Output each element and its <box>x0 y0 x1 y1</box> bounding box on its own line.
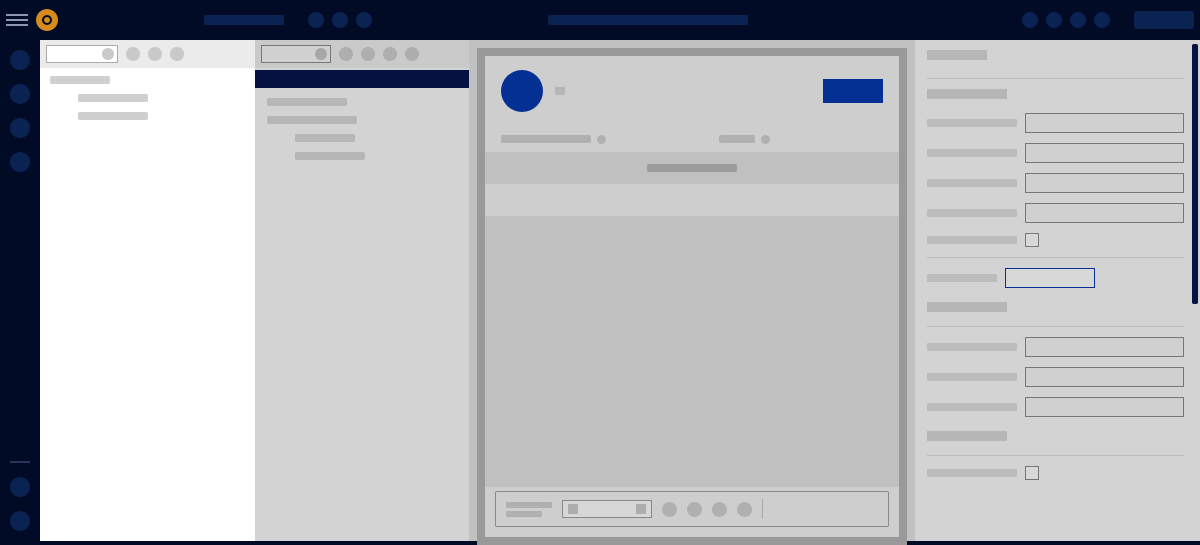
toolbar-divider <box>762 499 763 519</box>
canvas-surface[interactable] <box>485 56 899 537</box>
text-input[interactable] <box>1025 337 1184 357</box>
outline-tab-3[interactable] <box>383 47 397 61</box>
tree-item[interactable] <box>78 94 148 102</box>
rail-icon-3[interactable] <box>10 118 30 138</box>
canvas-panel <box>469 40 915 541</box>
text-input[interactable] <box>1025 367 1184 387</box>
number-input[interactable] <box>1005 268 1095 288</box>
field-label <box>927 343 1017 351</box>
top-menu-item[interactable] <box>204 15 284 25</box>
top-bar <box>0 0 1200 40</box>
field-label <box>927 469 1017 477</box>
preview-body <box>485 216 899 487</box>
toolbar-icon-3[interactable] <box>712 502 727 517</box>
band-label <box>647 164 737 172</box>
outline-tab-1[interactable] <box>339 47 353 61</box>
avatar[interactable] <box>501 70 543 112</box>
field-label <box>927 373 1017 381</box>
preview-header <box>485 56 899 126</box>
sub-right-label[interactable] <box>719 135 755 143</box>
field-label <box>927 236 1017 244</box>
props-title <box>927 50 987 60</box>
field-label <box>927 119 1017 127</box>
main-area <box>40 40 1200 541</box>
checkbox[interactable] <box>1025 233 1039 247</box>
toolbar-select[interactable] <box>562 500 652 518</box>
left-rail <box>0 40 40 541</box>
app-logo[interactable] <box>36 9 58 31</box>
explorer-tabs <box>40 40 255 68</box>
select-value-icon <box>568 504 578 514</box>
explorer-tab-3[interactable] <box>170 47 184 61</box>
field-label <box>927 209 1017 217</box>
top-title <box>548 15 748 25</box>
search-icon <box>102 48 114 60</box>
rail-icon-1[interactable] <box>10 50 30 70</box>
text-input[interactable] <box>1025 173 1184 193</box>
text-input[interactable] <box>1025 113 1184 133</box>
tree-item[interactable] <box>50 76 110 84</box>
selected-node[interactable] <box>255 70 470 88</box>
preview-title <box>555 87 565 95</box>
text-input[interactable] <box>1025 203 1184 223</box>
props-section <box>927 89 1007 99</box>
toolbar-icon-4[interactable] <box>737 502 752 517</box>
tree-item[interactable] <box>267 98 347 106</box>
text-input[interactable] <box>1025 143 1184 163</box>
badge-icon <box>597 135 606 144</box>
scrollbar[interactable] <box>1192 44 1198 304</box>
text-input[interactable] <box>1025 397 1184 417</box>
props-section <box>927 302 1007 312</box>
props-section <box>927 431 1007 441</box>
field-label <box>927 179 1017 187</box>
rail-icon-2[interactable] <box>10 84 30 104</box>
explorer-search[interactable] <box>46 45 118 63</box>
toolbar-icon-2[interactable] <box>687 502 702 517</box>
menu-icon[interactable] <box>6 9 28 31</box>
badge-icon <box>761 135 770 144</box>
explorer-tab-2[interactable] <box>148 47 162 61</box>
device-frame <box>477 48 907 545</box>
rail-divider <box>10 461 30 463</box>
sub-left-label[interactable] <box>501 135 591 143</box>
outline-tab-4[interactable] <box>405 47 419 61</box>
top-icon-1[interactable] <box>308 12 324 28</box>
canvas-toolbar <box>495 491 889 527</box>
top-icon-3[interactable] <box>356 12 372 28</box>
top-icon-2[interactable] <box>332 12 348 28</box>
explorer-tab-1[interactable] <box>126 47 140 61</box>
chevron-down-icon <box>636 504 646 514</box>
tree-item[interactable] <box>267 116 357 124</box>
field-label <box>927 274 997 282</box>
tree-item[interactable] <box>295 134 355 142</box>
rail-bottom-icon-2[interactable] <box>10 511 30 531</box>
top-right-icon-2[interactable] <box>1046 12 1062 28</box>
rail-icon-4[interactable] <box>10 152 30 172</box>
top-action-button[interactable] <box>1134 11 1194 29</box>
properties-panel <box>915 40 1200 541</box>
rail-bottom-icon-1[interactable] <box>10 477 30 497</box>
search-icon <box>315 48 327 60</box>
checkbox[interactable] <box>1025 466 1039 480</box>
preview-band <box>485 152 899 184</box>
field-label <box>927 403 1017 411</box>
field-label <box>927 149 1017 157</box>
explorer-panel <box>40 40 255 541</box>
tree-item[interactable] <box>295 152 365 160</box>
outline-tab-2[interactable] <box>361 47 375 61</box>
toolbar-icon-1[interactable] <box>662 502 677 517</box>
outline-search[interactable] <box>261 45 331 63</box>
tree-item[interactable] <box>78 112 148 120</box>
toolbar-label <box>506 502 552 517</box>
outline-tabs <box>255 40 470 68</box>
top-right-icon-4[interactable] <box>1094 12 1110 28</box>
outline-panel <box>255 40 470 541</box>
preview-subheader <box>485 126 899 152</box>
top-right-icon-1[interactable] <box>1022 12 1038 28</box>
preview-action-button[interactable] <box>823 79 883 103</box>
top-right-icon-3[interactable] <box>1070 12 1086 28</box>
